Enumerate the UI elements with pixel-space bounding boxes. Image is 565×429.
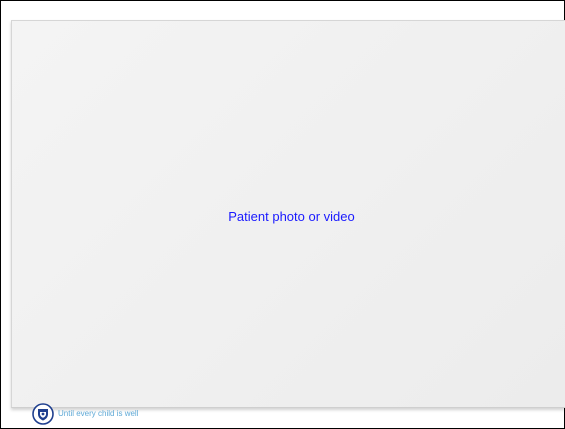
patient-media-placeholder[interactable]: Patient photo or video — [11, 20, 565, 408]
placeholder-label: Patient photo or video — [228, 208, 355, 224]
slide-page: Patient photo or video Until every child… — [0, 0, 565, 429]
shield-seal-icon — [32, 403, 54, 425]
footer-tagline: Until every child is well — [58, 409, 139, 418]
